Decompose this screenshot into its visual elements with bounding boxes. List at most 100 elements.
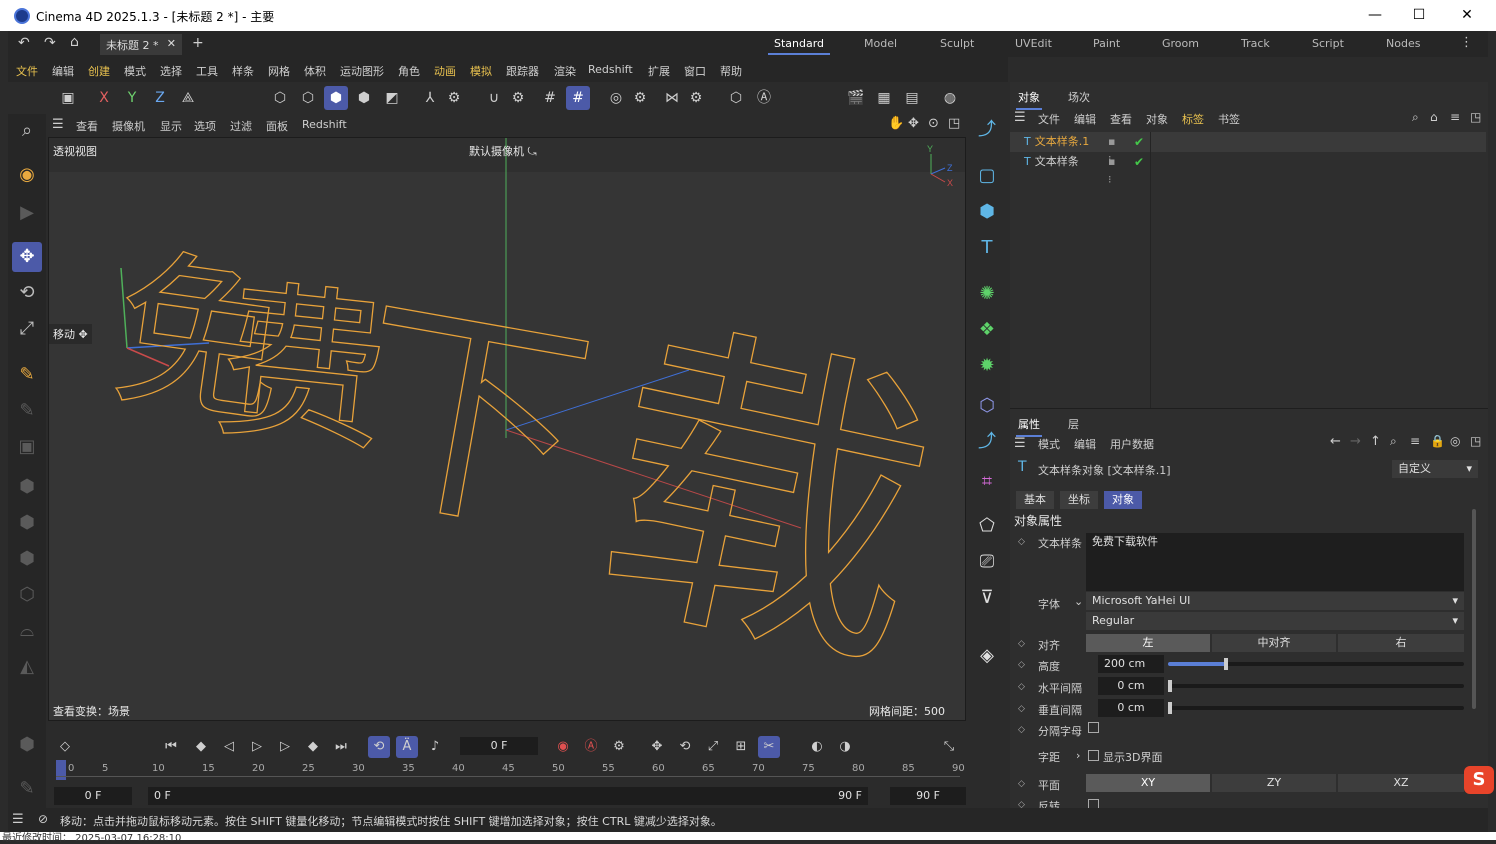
axis-y-toggle[interactable]: Y — [120, 86, 144, 110]
menu-extensions[interactable]: 扩展 — [648, 63, 670, 79]
undo-icon[interactable]: ↶ — [18, 35, 30, 51]
prev-frame-icon[interactable]: ◁ — [218, 736, 240, 758]
layout-tab-model[interactable]: Model — [864, 37, 897, 50]
obj-menu-view[interactable]: 查看 — [1110, 111, 1132, 127]
back-icon[interactable]: ← — [1330, 434, 1341, 449]
soft-selection-icon[interactable]: ◎ — [604, 86, 628, 110]
hspace-slider[interactable] — [1168, 680, 1464, 692]
plane-xz-button[interactable]: XZ — [1338, 774, 1464, 792]
keyframe-diamond-icon[interactable]: ◇ — [1018, 704, 1025, 714]
obj-home-icon[interactable]: ⌂ — [1430, 110, 1438, 124]
layout-tab-paint[interactable]: Paint — [1093, 37, 1120, 50]
menu-create[interactable]: 创建 — [88, 63, 110, 79]
menu-tracker[interactable]: 跟踪器 — [506, 63, 539, 79]
keyframe-diamond-icon[interactable]: ◇ — [1018, 682, 1025, 692]
record-icon[interactable]: ◉ — [552, 736, 574, 758]
attr-expand-icon[interactable]: ◳ — [1470, 434, 1481, 448]
subtab-object[interactable]: 对象 — [1104, 491, 1142, 509]
key-scale-icon[interactable]: ⤢ — [702, 736, 724, 758]
obj-search-icon[interactable]: ⌕ — [1412, 110, 1419, 125]
viewport-menu-icon[interactable]: ☰ — [52, 117, 64, 132]
brush-tool-icon[interactable]: ✎ — [12, 774, 42, 804]
model-mode-icon[interactable]: ⬢ — [352, 86, 376, 110]
cube2-tool-icon[interactable]: ⬢ — [12, 508, 42, 538]
text-spline-icon[interactable]: T — [972, 233, 1002, 263]
cloner-icon[interactable]: ❖ — [972, 315, 1002, 345]
menu-select[interactable]: 选择 — [160, 63, 182, 79]
menu-help[interactable]: 帮助 — [720, 63, 742, 79]
subtab-basic[interactable]: 基本 — [1016, 491, 1054, 509]
subtab-coord[interactable]: 坐标 — [1060, 491, 1098, 509]
redshift-icon[interactable]: ◍ — [938, 86, 962, 110]
object-item-text-spline[interactable]: T 文本样条 ▪ ⁝ ✔ — [1024, 153, 1144, 186]
render-region-icon[interactable]: 🎬 — [844, 86, 868, 110]
move-tool-icon[interactable]: ✥ — [12, 242, 42, 272]
visibility-icon[interactable]: ▪ ⁝ — [1108, 153, 1115, 189]
layout-tab-standard[interactable]: Standard — [767, 37, 831, 55]
tab-takes[interactable]: 场次 — [1068, 89, 1090, 105]
attr-menu-mode[interactable]: 模式 — [1038, 436, 1060, 452]
tab-layers[interactable]: 层 — [1068, 416, 1079, 432]
preset-dropdown[interactable]: 自定义 ▾ — [1392, 460, 1478, 478]
floor-tool-icon[interactable]: ⌓ — [12, 616, 42, 646]
layout-tab-uvedit[interactable]: UVEdit — [1015, 37, 1052, 50]
environment-icon[interactable]: ⬠ — [972, 511, 1002, 541]
enabled-check-icon[interactable]: ✔ — [1134, 153, 1144, 171]
motion-system-icon[interactable]: ◐ — [806, 736, 828, 758]
menu-render[interactable]: 渲染 — [554, 63, 576, 79]
keyframe-diamond-icon[interactable]: ◇ — [1018, 725, 1025, 735]
axis-x-toggle[interactable]: X — [92, 86, 116, 110]
next-key-icon[interactable]: ◆ — [302, 736, 324, 758]
vspace-input[interactable]: 0 cm — [1098, 699, 1164, 717]
font-dropdown[interactable]: Microsoft YaHei UI ▾ — [1086, 592, 1464, 610]
layout-tab-groom[interactable]: Groom — [1162, 37, 1199, 50]
key-pla-icon[interactable]: ✂ — [758, 736, 780, 758]
cube-tool-icon[interactable]: ⬢ — [12, 472, 42, 502]
axis-settings-icon[interactable]: ⚙ — [442, 86, 466, 110]
obj-filter-icon[interactable]: ≡ — [1450, 110, 1460, 124]
viewport-name[interactable]: 透视视图 — [53, 143, 97, 159]
plane-xy-button[interactable]: XY — [1086, 774, 1210, 792]
vp-menu-display[interactable]: 显示 — [160, 118, 182, 134]
menu-simulate[interactable]: 模拟 — [470, 63, 492, 79]
rectangle-spline-icon[interactable]: ▢ — [972, 161, 1002, 191]
rotate-tool-icon[interactable]: ⟲ — [12, 278, 42, 308]
obj-menu-edit[interactable]: 编辑 — [1074, 111, 1096, 127]
snap-settings-icon[interactable]: ⚙ — [506, 86, 530, 110]
vp-menu-camera[interactable]: 摄像机 — [112, 118, 145, 134]
tab-objects[interactable]: 对象 — [1016, 89, 1042, 110]
camera-icon[interactable]: ⎚ — [972, 547, 1002, 577]
tab-attributes[interactable]: 属性 — [1016, 416, 1042, 437]
attr-menu-userdata[interactable]: 用户数据 — [1110, 436, 1154, 452]
motion-clip-icon[interactable]: ◑ — [834, 736, 856, 758]
menu-animate[interactable]: 动画 — [434, 63, 456, 79]
render-settings-icon[interactable]: ▤ — [900, 86, 924, 110]
next-frame-icon[interactable]: ▷ — [274, 736, 296, 758]
add-tab-icon[interactable]: + — [192, 35, 204, 51]
live-selection-icon[interactable]: ◉ — [12, 160, 42, 190]
separate-letters-checkbox[interactable] — [1088, 722, 1099, 733]
pan-icon[interactable]: ✋ — [888, 116, 904, 131]
forward-icon[interactable]: → — [1350, 434, 1361, 449]
orbit-icon[interactable]: ⊙ — [928, 116, 939, 131]
symmetry-settings-icon[interactable]: ⚙ — [684, 86, 708, 110]
menu-mograph[interactable]: 运动图形 — [340, 63, 384, 79]
show3d-checkbox[interactable] — [1088, 750, 1099, 761]
terrain-tool-icon[interactable]: ◭ — [12, 652, 42, 682]
chevron-down-icon[interactable]: ⌄ — [1074, 595, 1083, 608]
menu-volume[interactable]: 体积 — [304, 63, 326, 79]
cube-primitive-icon[interactable]: ⬢ — [972, 197, 1002, 227]
tag-icon[interactable]: ◈ — [972, 641, 1002, 671]
attr-menu-icon[interactable]: ☰ — [1014, 436, 1026, 451]
close-button[interactable]: ✕ — [1452, 4, 1482, 26]
keyframe-diamond-icon[interactable]: ◇ — [1018, 537, 1025, 547]
playhead[interactable] — [56, 760, 66, 780]
viewport-solo-icon[interactable]: ⬡ — [724, 86, 748, 110]
obj-menu-bookmarks[interactable]: 书签 — [1218, 111, 1240, 127]
workplane-snap-icon[interactable]: # — [566, 86, 590, 110]
attr-menu-edit[interactable]: 编辑 — [1074, 436, 1096, 452]
keyframe-diamond-icon[interactable]: ◇ — [1018, 660, 1025, 670]
redo-icon[interactable]: ↷ — [44, 35, 56, 51]
render-view-icon[interactable]: ▦ — [872, 86, 896, 110]
attr-scrollbar[interactable] — [1472, 509, 1476, 709]
